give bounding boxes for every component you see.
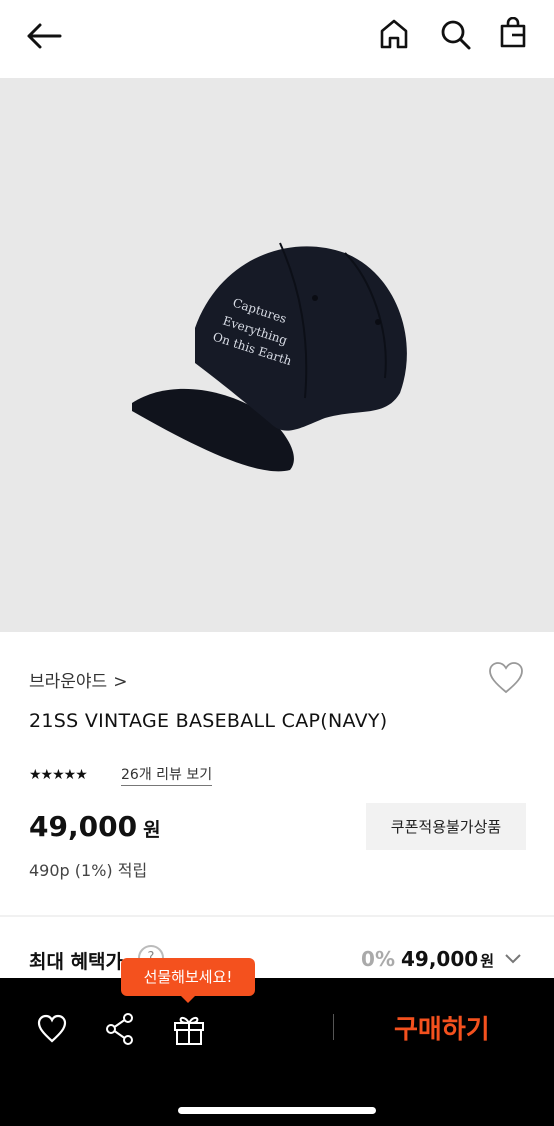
arrow-left-icon[interactable]: [26, 22, 62, 50]
heart-icon[interactable]: [36, 1014, 68, 1044]
review-link[interactable]: 26개 리뷰 보기: [121, 764, 213, 786]
product-price: 49,000 원: [29, 810, 161, 843]
price-unit: 원: [143, 819, 161, 841]
shopping-bag-icon[interactable]: [499, 17, 527, 49]
gift-tooltip[interactable]: 선물해보세요!: [121, 958, 255, 1003]
benefit-discount: 0%: [361, 947, 395, 971]
share-icon[interactable]: [104, 1012, 136, 1046]
search-icon[interactable]: [440, 19, 472, 51]
buy-button[interactable]: 구매하기: [394, 1009, 490, 1046]
max-benefit-price: 0% 49,000 원: [361, 947, 494, 971]
home-indicator: [178, 1107, 376, 1114]
divider: [0, 915, 554, 917]
brand-name: 브라운야드: [29, 672, 108, 692]
benefit-unit: 원: [480, 952, 494, 970]
bottom-action-bar: 구매하기: [0, 978, 554, 1126]
gift-icon[interactable]: [172, 1012, 206, 1046]
bar-separator: [333, 1014, 334, 1040]
coupon-unavailable-button[interactable]: 쿠폰적용불가상품: [366, 803, 526, 850]
product-title: 21SS VINTAGE BASEBALL CAP(NAVY): [29, 710, 388, 732]
cap-image: Captures Everything On this Earth: [132, 242, 407, 472]
wishlist-heart-icon[interactable]: [487, 661, 525, 695]
top-bar: [0, 0, 554, 78]
benefit-price-value: 49,000: [401, 947, 479, 971]
brand-link[interactable]: 브라운야드 >: [29, 667, 127, 692]
chevron-down-icon[interactable]: [503, 952, 523, 966]
price-value: 49,000: [29, 810, 138, 843]
product-image[interactable]: Captures Everything On this Earth: [0, 78, 554, 632]
points-text: 490p (1%) 적립: [29, 861, 148, 880]
chevron-right-icon: >: [113, 672, 128, 692]
max-benefit-label: 최대 혜택가: [29, 951, 124, 973]
rating-stars: ★★★★★: [29, 767, 88, 783]
home-icon[interactable]: [379, 18, 409, 50]
